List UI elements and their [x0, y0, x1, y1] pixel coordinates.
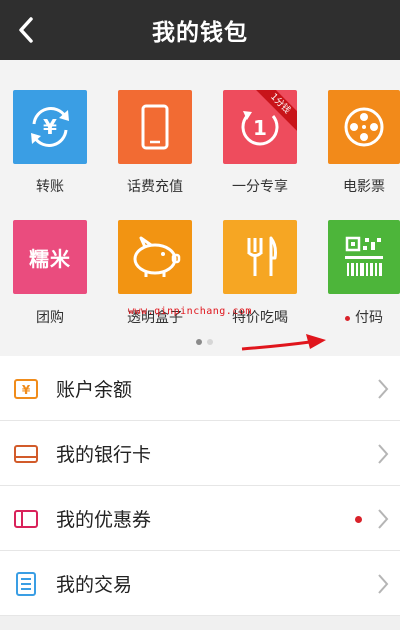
tile-label-movie-tickets: 电影票	[343, 179, 385, 195]
new-badge-dot	[355, 516, 362, 523]
pay-code-new-dot	[345, 315, 350, 321]
svg-text:1: 1	[253, 116, 267, 140]
svg-text:¥: ¥	[43, 115, 57, 139]
chevron-right-icon	[378, 379, 389, 399]
tile-special-food[interactable]	[223, 220, 297, 294]
tile-label-one-cent: 一分专享	[232, 179, 288, 195]
film-reel-icon	[344, 107, 384, 147]
coupon-icon	[14, 510, 38, 528]
title-bar: 我的钱包	[0, 0, 400, 60]
tile-label-group-buy: 团购	[36, 310, 64, 326]
chevron-right-icon	[378, 574, 389, 594]
piggy-bank-icon	[133, 236, 181, 277]
row-label: 我的优惠券	[56, 508, 152, 531]
watermark-text: www.qinpinchang.com	[128, 306, 252, 317]
transfer-yuan-icon: ¥	[31, 107, 69, 147]
row-coupons[interactable]: 我的优惠券	[0, 486, 400, 551]
chevron-right-icon	[378, 444, 389, 464]
row-transactions[interactable]: 我的交易	[0, 551, 400, 616]
fork-knife-icon	[246, 236, 277, 276]
phone-icon	[141, 104, 169, 150]
row-bank-cards[interactable]: 我的银行卡	[0, 421, 400, 486]
chevron-left-icon	[19, 17, 33, 43]
transactions-icon	[16, 572, 36, 596]
tile-phone-recharge[interactable]	[118, 90, 192, 164]
wallet-screen: 我的钱包 ¥ 转账 话费充值 1 1分钱 一分专享 电影票 糯米 团购 透明盒子…	[0, 0, 400, 630]
arrow-annotation-icon	[241, 334, 326, 351]
wallet-menu-list: ¥ 账户余额 我的银行卡 我的优惠券 我的交易	[0, 356, 400, 616]
tile-one-cent[interactable]: 1 1分钱	[223, 90, 297, 164]
row-label: 账户余额	[56, 378, 133, 401]
tile-group-buy[interactable]: 糯米	[13, 220, 87, 294]
balance-icon: ¥	[14, 379, 38, 399]
tile-label-phone-recharge: 话费充值	[127, 179, 183, 195]
page-indicator	[196, 339, 213, 345]
chevron-right-icon	[378, 509, 389, 529]
tile-label-transfer: 转账	[36, 179, 64, 195]
tile-pay-code[interactable]	[328, 220, 400, 294]
pay-code-label-text: 付码	[355, 310, 383, 326]
tile-transfer[interactable]: ¥	[13, 90, 87, 164]
tile-label-pay-code: 付码	[309, 307, 400, 327]
page-dot-active	[196, 339, 202, 345]
pay-code-icon	[345, 236, 383, 276]
back-button[interactable]	[6, 8, 46, 52]
page-title: 我的钱包	[152, 20, 248, 46]
row-account-balance[interactable]: ¥ 账户余额	[0, 356, 400, 421]
page-dot	[207, 339, 213, 345]
groupbuy-icon: 糯米	[29, 246, 71, 271]
bank-card-icon	[14, 445, 38, 463]
row-label: 我的银行卡	[56, 443, 152, 466]
tile-movie-tickets[interactable]	[328, 90, 400, 164]
svg-text:¥: ¥	[22, 383, 31, 397]
tile-transparent-box[interactable]	[118, 220, 192, 294]
row-label: 我的交易	[56, 573, 133, 596]
